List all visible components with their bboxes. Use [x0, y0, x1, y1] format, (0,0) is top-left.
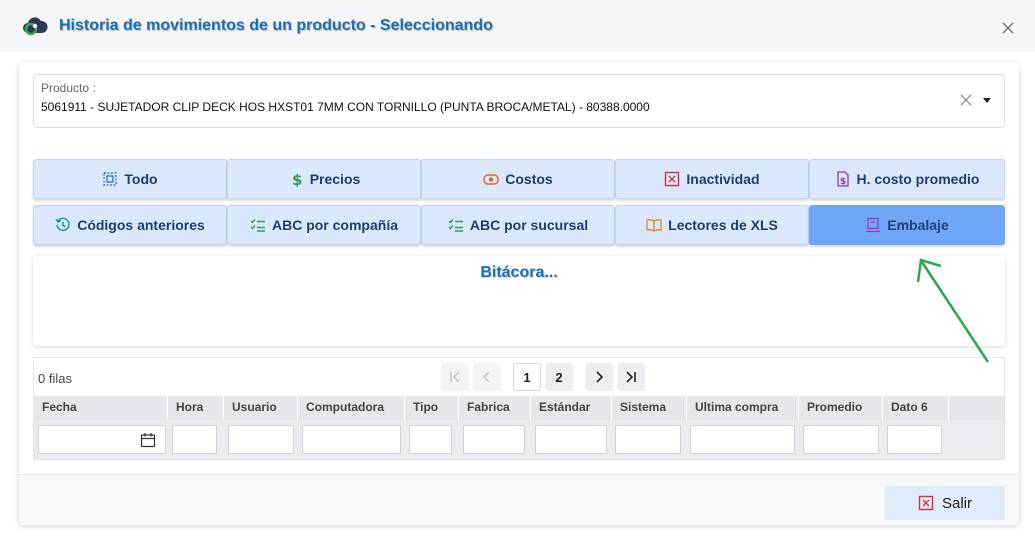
exit-button[interactable]: Salir	[885, 486, 1005, 520]
prev-page-button[interactable]	[473, 363, 501, 391]
tab-h-costo-promedio-label: H. costo promedio	[856, 171, 980, 187]
dollar-icon: $	[292, 171, 302, 187]
tab-inactividad[interactable]: Inactividad	[615, 159, 809, 199]
dialog-title: Historia de movimientos de un producto -…	[59, 17, 493, 34]
checklist-icon	[250, 219, 265, 232]
tab-precios-label: Precios	[309, 171, 361, 187]
promedio-filter-input[interactable]	[803, 425, 879, 454]
sistema-filter-input[interactable]	[615, 425, 681, 454]
x-square-icon	[665, 171, 680, 187]
history-grid: 0 filas 1 2 Fecha Hora Usuario Computado…	[33, 357, 1005, 460]
tab-abc-compania[interactable]: ABC por compañía	[227, 205, 421, 245]
open-book-icon	[646, 219, 662, 232]
usuario-filter-input[interactable]	[228, 425, 294, 454]
tab-embalaje-label: Embalaje	[887, 217, 949, 233]
row-count: 0 filas	[38, 371, 72, 386]
chevron-left-icon	[482, 371, 490, 383]
fabrica-filter-input[interactable]	[463, 425, 525, 454]
tab-costos[interactable]: Costos	[421, 159, 615, 199]
tab-todo-label: Todo	[124, 171, 158, 187]
chevron-down-icon[interactable]	[982, 95, 992, 105]
chevron-right-icon	[596, 371, 604, 383]
tab-codigos-anteriores-label: Códigos anteriores	[77, 217, 205, 233]
column-header-dato-6[interactable]: Dato 6	[883, 396, 949, 420]
history-icon	[55, 217, 70, 232]
document-dollar-icon: $	[836, 171, 849, 187]
estandar-filter-input[interactable]	[535, 425, 607, 454]
tab-inactividad-label: Inactividad	[686, 171, 760, 187]
column-header-spacer	[949, 396, 1004, 420]
column-header-tipo[interactable]: Tipo	[405, 396, 459, 420]
column-header-sistema[interactable]: Sistema	[612, 396, 687, 420]
column-header-computadora[interactable]: Computadora	[298, 396, 405, 420]
select-all-icon	[103, 172, 118, 186]
tab-abc-sucursal-label: ABC por sucursal	[469, 217, 589, 233]
exit-button-label: Salir	[941, 494, 972, 512]
tab-codigos-anteriores[interactable]: Códigos anteriores	[33, 205, 227, 245]
dialog-body: Producto : 5061911 - SUJETADOR CLIP DECK…	[19, 62, 1019, 525]
package-icon	[866, 217, 881, 233]
checklist-icon	[448, 219, 463, 232]
computadora-filter-input[interactable]	[302, 425, 401, 454]
column-header-promedio[interactable]: Promedio	[799, 396, 883, 420]
next-page-button[interactable]	[585, 363, 613, 391]
first-page-icon	[450, 371, 460, 383]
tipo-filter-input[interactable]	[409, 425, 452, 454]
column-header-fabrica[interactable]: Fabrica	[459, 396, 531, 420]
clear-icon[interactable]	[959, 93, 973, 107]
column-header-ultima-compra[interactable]: Ultima compra	[687, 396, 799, 420]
product-value: 5061911 - SUJETADOR CLIP DECK HOS HXST01…	[41, 100, 650, 114]
page-1-button[interactable]: 1	[513, 363, 541, 391]
close-icon[interactable]	[1000, 20, 1016, 36]
dialog-footer: Salir	[19, 474, 1019, 525]
tab-abc-compania-label: ABC por compañía	[271, 217, 398, 233]
column-header-estandar[interactable]: Estándar	[531, 396, 612, 420]
ultima-compra-filter-input[interactable]	[690, 425, 795, 454]
hora-filter-input[interactable]	[172, 425, 217, 454]
tab-h-costo-promedio[interactable]: $ H. costo promedio	[809, 159, 1005, 199]
calendar-icon[interactable]	[140, 432, 156, 448]
tab-embalaje[interactable]: Embalaje	[809, 205, 1005, 245]
tab-costos-label: Costos	[505, 171, 553, 187]
log-panel: Bitácora...	[33, 256, 1005, 346]
cloud-logo-icon	[23, 17, 48, 36]
column-header-fecha[interactable]: Fecha	[34, 396, 168, 420]
tab-todo[interactable]: Todo	[33, 159, 227, 199]
dato-6-filter-input[interactable]	[887, 425, 942, 454]
tab-lectores-xls[interactable]: Lectores de XLS	[615, 205, 809, 245]
first-page-button[interactable]	[441, 363, 469, 391]
svg-text:$: $	[840, 177, 846, 187]
money-icon	[483, 174, 499, 185]
last-page-button[interactable]	[617, 363, 645, 391]
tab-abc-sucursal[interactable]: ABC por sucursal	[421, 205, 615, 245]
column-header-usuario[interactable]: Usuario	[224, 396, 298, 420]
product-label: Producto :	[41, 81, 96, 95]
fecha-filter-input[interactable]	[38, 425, 166, 454]
product-select[interactable]: Producto : 5061911 - SUJETADOR CLIP DECK…	[33, 74, 1005, 128]
x-square-icon	[918, 495, 934, 511]
tab-lectores-xls-label: Lectores de XLS	[668, 217, 778, 233]
svg-text:$: $	[292, 171, 302, 187]
last-page-icon	[626, 371, 636, 383]
column-header-hora[interactable]: Hora	[168, 396, 224, 420]
dialog-header: Historia de movimientos de un producto -…	[0, 0, 1035, 52]
tab-precios[interactable]: $ Precios	[227, 159, 421, 199]
log-title: Bitácora...	[480, 264, 558, 281]
page-2-button[interactable]: 2	[545, 363, 573, 391]
